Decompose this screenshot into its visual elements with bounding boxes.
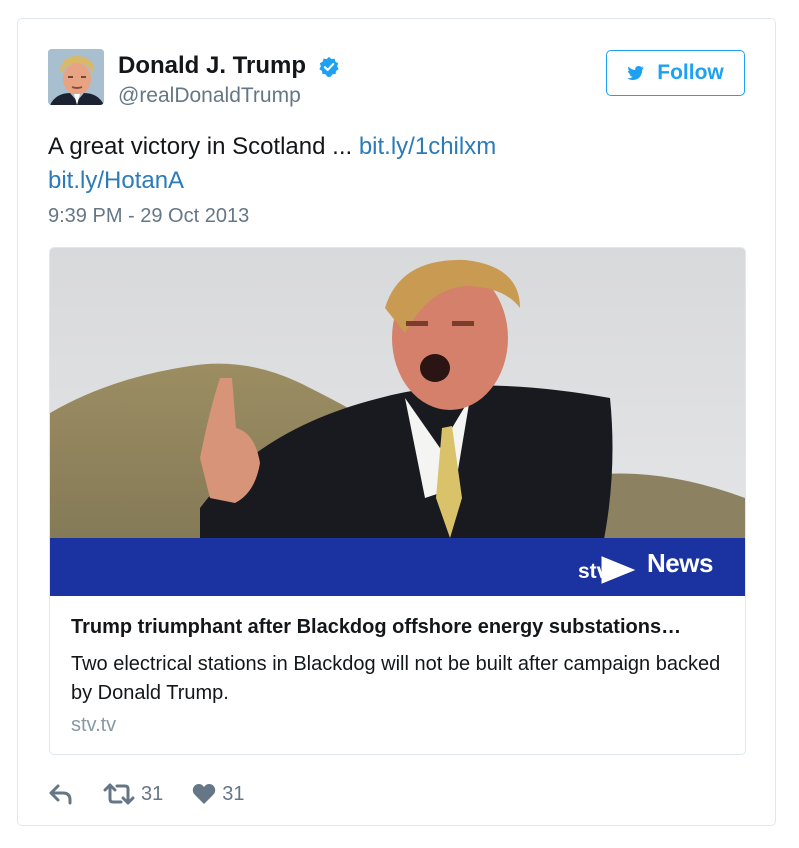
news-banner: stv News bbox=[50, 538, 745, 596]
news-label: News bbox=[647, 548, 713, 578]
reply-icon bbox=[49, 784, 72, 805]
reply-button[interactable] bbox=[48, 783, 74, 805]
card-description: Two electrical stations in Blackdog will… bbox=[71, 653, 721, 704]
stv-logo-icon: stv bbox=[578, 556, 636, 584]
card-domain[interactable]: stv.tv bbox=[71, 714, 116, 737]
tweet-link-1[interactable]: bit.ly/1chilxm bbox=[359, 133, 496, 160]
link-preview-card[interactable]: stv News Trump triumphant after Blackdog… bbox=[49, 247, 746, 755]
verified-badge-icon bbox=[319, 56, 339, 77]
avatar[interactable] bbox=[48, 49, 104, 105]
display-name[interactable]: Donald J. Trump bbox=[118, 52, 306, 80]
tweet-card: Donald J. Trump @realDonaldTrump Follow … bbox=[17, 18, 776, 826]
handle[interactable]: @realDonaldTrump bbox=[118, 84, 301, 108]
timestamp[interactable]: 9:39 PM - 29 Oct 2013 bbox=[48, 205, 249, 228]
tweet-text: A great victory in Scotland ... bit.ly/1… bbox=[48, 130, 728, 198]
follow-label: Follow bbox=[657, 61, 724, 84]
retweet-button[interactable]: 31 bbox=[103, 783, 163, 806]
avatar-image bbox=[48, 49, 104, 105]
twitter-bird-icon bbox=[627, 66, 644, 80]
stv-logo-text: stv bbox=[578, 560, 609, 583]
card-title[interactable]: Trump triumphant after Blackdog offshore… bbox=[71, 616, 731, 639]
tweet-link-2[interactable]: bit.ly/HotanA bbox=[48, 167, 184, 194]
like-count: 31 bbox=[222, 782, 245, 805]
like-button[interactable]: 31 bbox=[192, 782, 245, 806]
tweet-actions: 31 31 bbox=[48, 779, 245, 809]
heart-icon bbox=[193, 784, 216, 804]
retweet-count: 31 bbox=[141, 782, 164, 805]
tweet-body: A great victory in Scotland ... bbox=[48, 133, 359, 160]
retweet-icon bbox=[103, 783, 135, 805]
follow-button[interactable]: Follow bbox=[606, 50, 745, 96]
